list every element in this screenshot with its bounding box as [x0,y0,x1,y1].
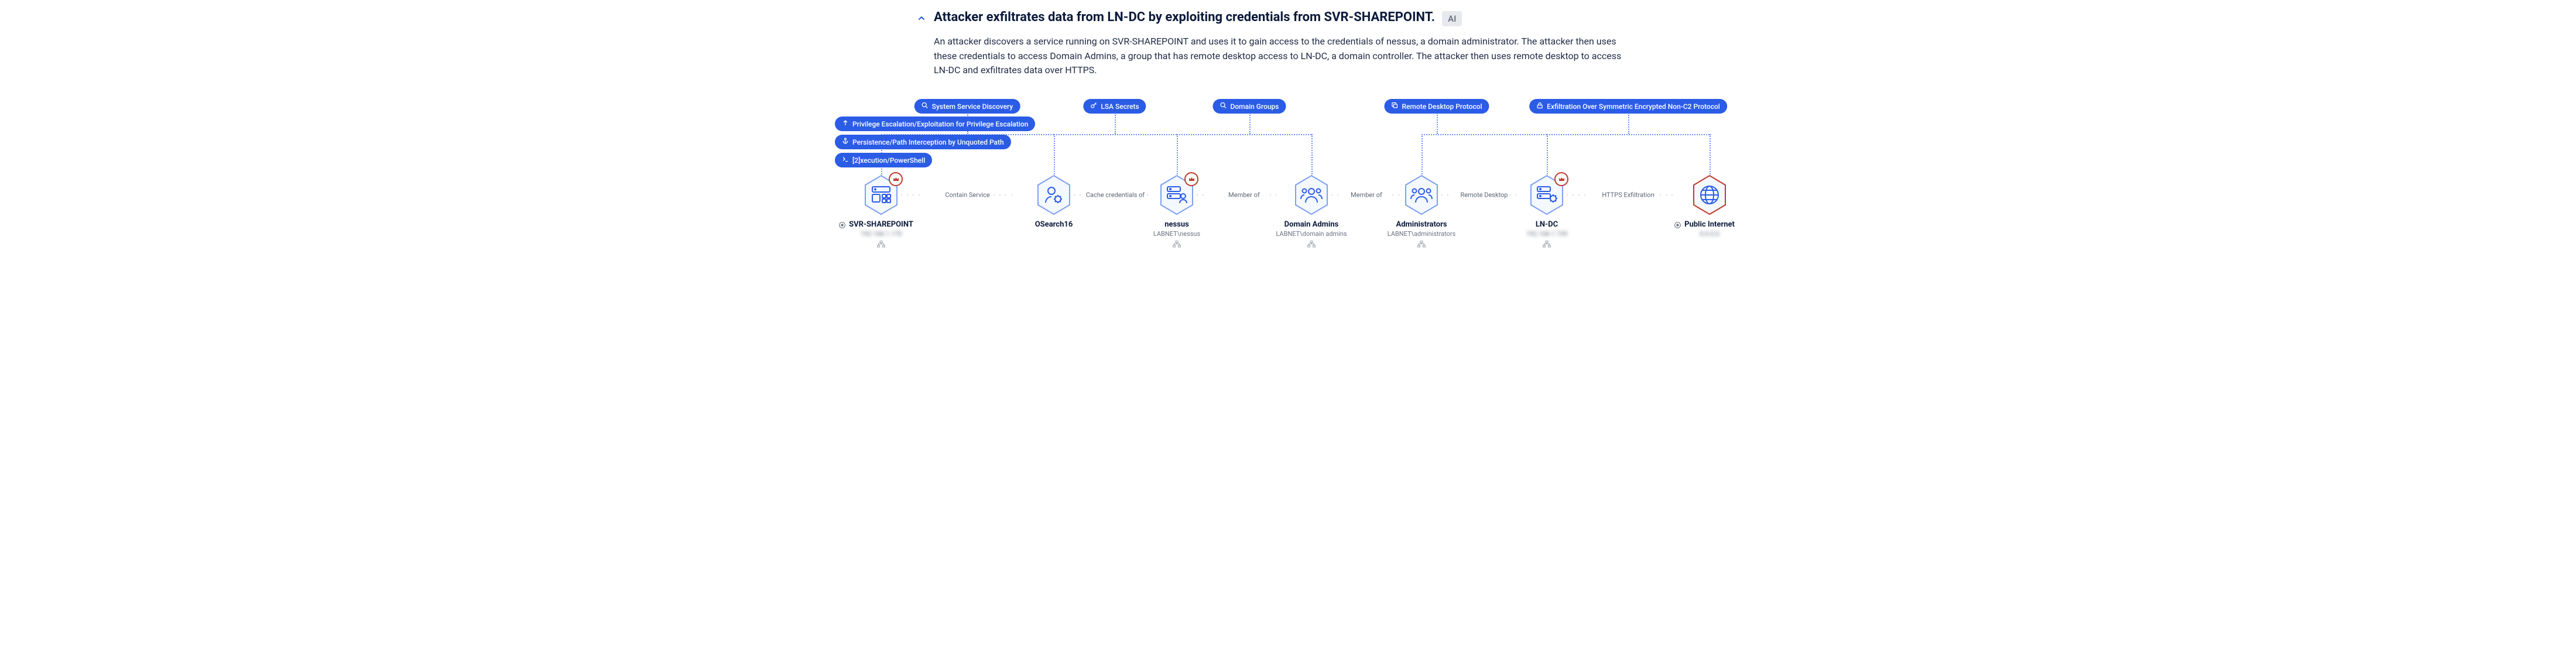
technique-tag[interactable]: Remote Desktop Protocol [1384,99,1489,114]
hierarchy-icon [1307,240,1316,248]
group-icon [1300,186,1323,204]
edge-label: Contain Service [945,191,989,199]
technique-tag-pill[interactable]: [2]xecution/PowerShell [835,153,932,167]
lock-icon [1536,102,1543,111]
search-icon [922,102,929,111]
edge-label: Member of [1351,191,1382,199]
edge-label: Cache credentials of [1086,191,1145,199]
node-sublabel: LABNET\domain admins [1276,230,1347,238]
node-sublabel: LABNET\administrators [1388,230,1456,238]
technique-tag-pill[interactable]: Domain Groups [1213,99,1286,114]
node-label: nessus [1164,220,1189,229]
node-sublabel: 192.168.1.199 [1526,230,1568,238]
technique-tag-pill[interactable]: Privilege Escalation/Exploitation for Pr… [835,117,1035,131]
globe-icon [1699,184,1720,205]
node-administrators[interactable]: AdministratorsLABNET\administrators [1386,174,1457,248]
node-label: Administrators [1396,220,1447,229]
server-gear-icon [1536,186,1557,204]
edge-label: HTTPS Exfiltration [1602,191,1654,199]
node-sublabel: LABNET\nessus [1153,230,1200,238]
node-label: Domain Admins [1284,220,1339,229]
edge-label: Remote Desktop [1461,191,1508,199]
server-tiles-icon [871,186,891,204]
server-user-icon [1166,186,1187,204]
ai-badge: AI [1442,11,1462,26]
target-pin-icon [1674,221,1681,229]
collapse-chevron-icon[interactable] [916,13,927,23]
node-label: SVR-SHAREPOINT [849,220,913,229]
summary-description: An attacker discovers a service running … [934,35,1636,78]
node-label: LN-DC [1536,220,1558,229]
technique-tag-pill[interactable]: Remote Desktop Protocol [1384,99,1489,114]
hierarchy-icon [1543,240,1551,248]
node-public-internet[interactable]: Public Internet0.0.0.0 [1674,174,1745,238]
node-label: OSearch16 [1035,220,1073,229]
technique-tag[interactable]: System Service Discovery [914,99,1020,114]
technique-tag-pill[interactable]: LSA Secrets [1083,99,1146,114]
search-icon [1220,102,1227,111]
technique-tag[interactable]: Domain Groups [1213,99,1286,114]
crown-icon [1184,172,1198,186]
technique-tag[interactable]: Exfiltration Over Symmetric Encrypted No… [1529,99,1727,114]
key-icon [1090,102,1097,111]
node-domain-admins[interactable]: Domain AdminsLABNET\domain admins [1276,174,1347,248]
side-technique-stack: Privilege Escalation/Exploitation for Pr… [835,117,1035,167]
node-label: Public Internet [1684,220,1735,229]
hierarchy-icon [1173,240,1181,248]
crown-icon [889,172,903,186]
panel-header[interactable]: Attacker exfiltrates data from LN-DC by … [916,9,1660,26]
crown-icon [1554,172,1568,186]
technique-tag-pill[interactable]: System Service Discovery [914,99,1020,114]
edge-label: Member of [1228,191,1260,199]
user-gear-icon [1044,185,1064,205]
node-nessus[interactable]: nessusLABNET\nessus [1142,174,1212,248]
node-sublabel: 0.0.0.0 [1700,230,1719,238]
target-pin-icon [838,221,846,229]
attack-path-graph: SVR-SHAREPOINT192.168.1.170 OSearch16 ne… [831,95,1745,238]
copy-icon [1391,102,1398,111]
summary-panel: Attacker exfiltrates data from LN-DC by … [899,0,1677,90]
group-icon [1410,186,1433,204]
node-sublabel: 192.168.1.170 [861,230,902,238]
anchor-icon [842,138,849,146]
hierarchy-icon [877,240,885,248]
technique-tag-pill[interactable]: Exfiltration Over Symmetric Encrypted No… [1529,99,1727,114]
technique-tag-pill[interactable]: Persistence/Path Interception by Unquote… [835,135,1011,149]
hierarchy-icon [1417,240,1426,248]
terminal-icon [842,156,849,165]
node-osearch16[interactable]: OSearch16 [1019,174,1089,229]
node-ln-dc[interactable]: LN-DC192.168.1.199 [1512,174,1582,248]
technique-tag[interactable]: LSA Secrets [1083,99,1146,114]
arrow-up-icon [842,119,849,128]
page-title: Attacker exfiltrates data from LN-DC by … [934,10,1435,25]
node-svr-sharepoint[interactable]: SVR-SHAREPOINT192.168.1.170 [846,174,916,248]
